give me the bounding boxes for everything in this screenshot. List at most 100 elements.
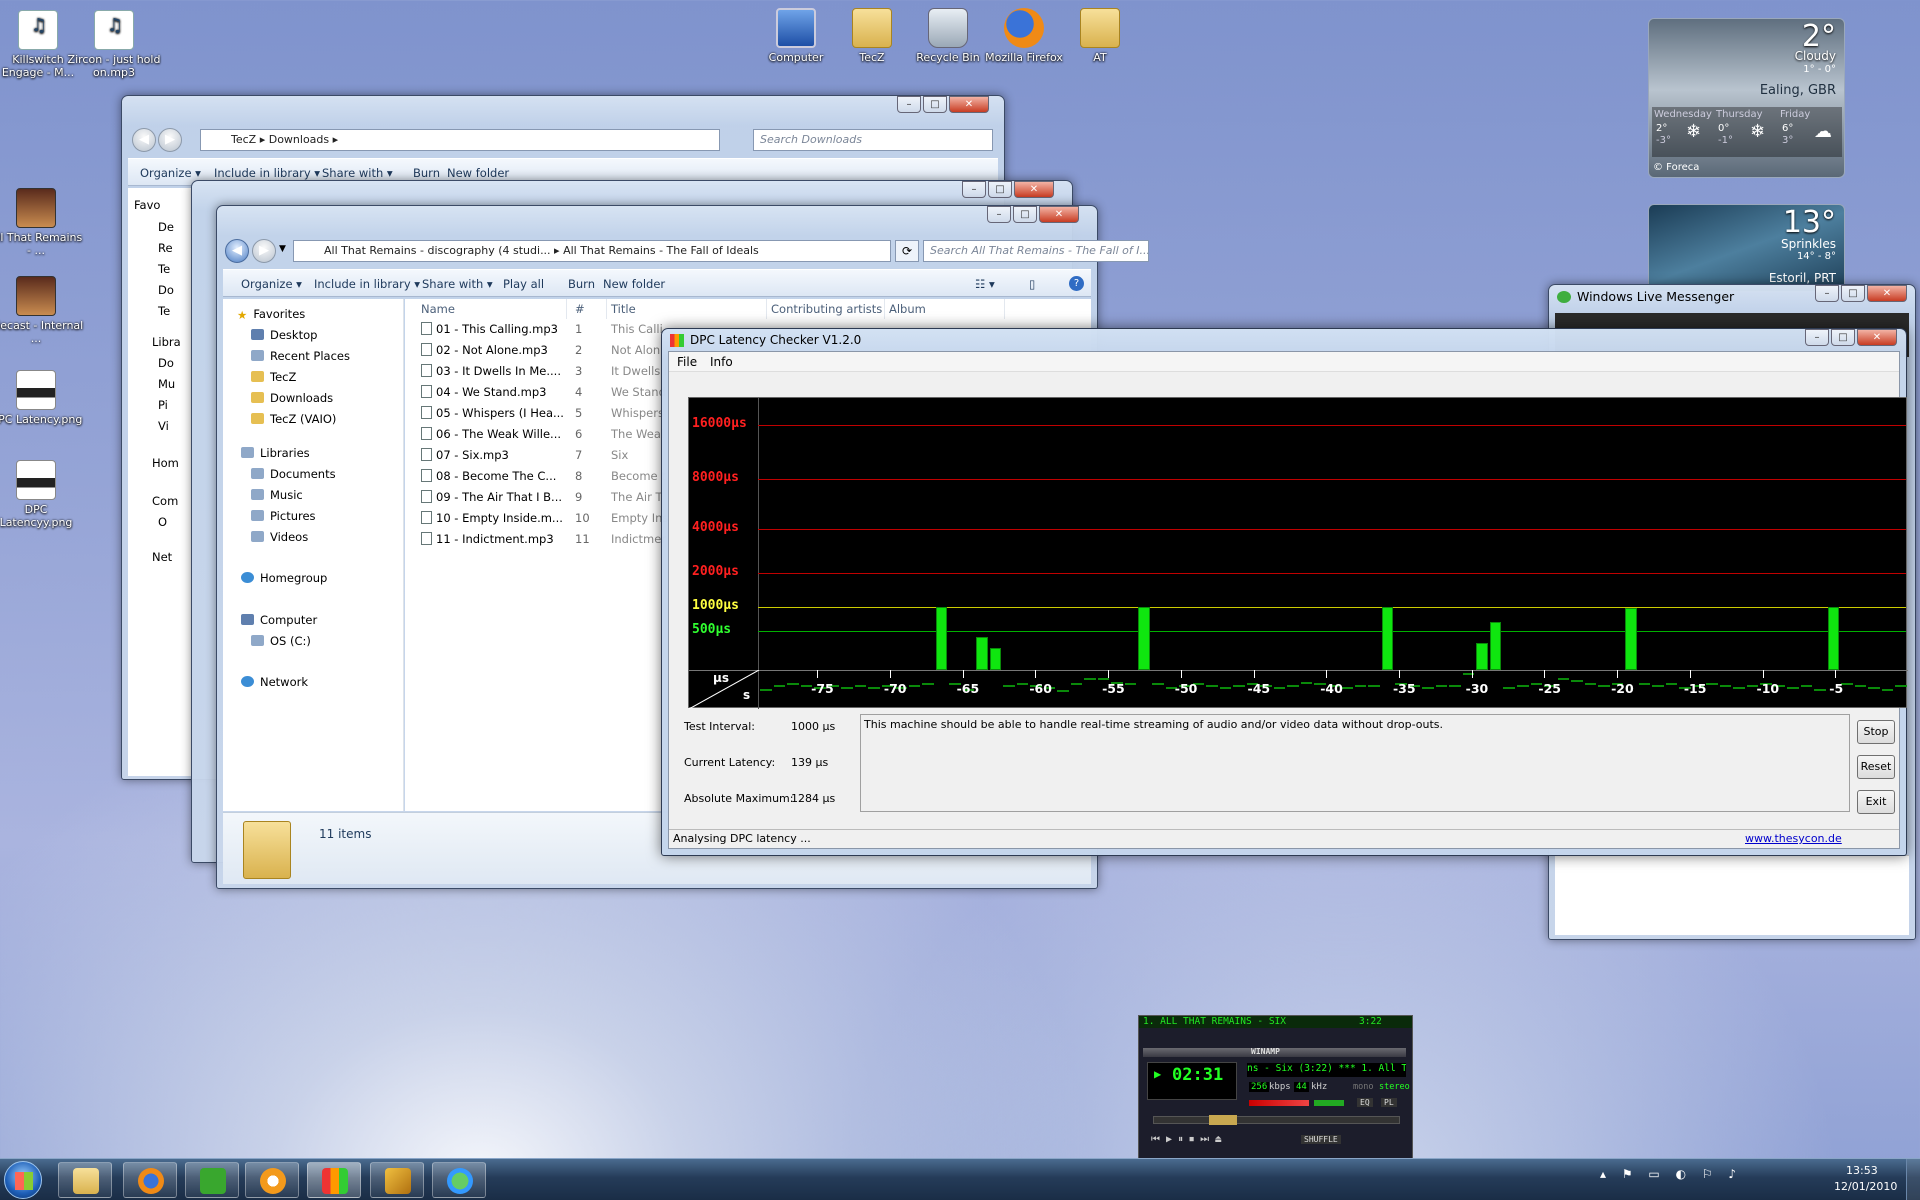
nav-item[interactable]: O <box>158 515 167 529</box>
weather-gadget-estoril[interactable]: 13° Sprinkles 14° - 8° Estoril, PRT <box>1648 204 1845 292</box>
winamp-player[interactable]: 1. ALL THAT REMAINS - SIX 3:22 WINAMP ▶ … <box>1138 1015 1413 1160</box>
nav-item[interactable]: Te <box>158 262 170 276</box>
seek-bar[interactable] <box>1153 1116 1400 1124</box>
nav-documents[interactable]: Documents <box>251 467 336 481</box>
next-button[interactable]: ⏭ <box>1200 1134 1209 1145</box>
seek-thumb[interactable] <box>1209 1115 1237 1125</box>
play-button[interactable]: ▶ <box>1166 1134 1172 1145</box>
taskbar-firefox[interactable] <box>123 1162 177 1198</box>
nav-item[interactable]: De <box>158 220 174 234</box>
share-with-button[interactable]: Share with ▾ <box>322 166 393 180</box>
taskbar-dpc-latency[interactable] <box>307 1162 361 1198</box>
nav-music[interactable]: Music <box>251 488 303 502</box>
shuffle-button[interactable]: SHUFFLE <box>1301 1135 1341 1144</box>
search-input[interactable]: Search Downloads <box>753 129 993 151</box>
desktop-icon-zircon[interactable]: Zircon - just hold on.mp3 <box>66 10 162 79</box>
close-button[interactable]: ✕ <box>1867 285 1907 302</box>
pause-button[interactable]: ⏸ <box>1178 1134 1183 1145</box>
previous-button[interactable]: ⏮ <box>1151 1134 1160 1145</box>
preview-pane-icon[interactable]: ▯ <box>1029 277 1035 291</box>
maximize-button[interactable]: □ <box>1831 329 1855 346</box>
nav-item[interactable]: Do <box>158 283 174 297</box>
nav-homegroup[interactable]: Hom <box>152 456 179 470</box>
nav-downloads[interactable]: Downloads <box>251 391 333 405</box>
refresh-button[interactable]: ⟳ <box>895 240 919 262</box>
include-library-button[interactable]: Include in library ▾ <box>214 166 320 180</box>
nav-computer[interactable]: Computer <box>241 613 317 627</box>
clock-time[interactable]: 13:53 <box>1846 1164 1878 1177</box>
nav-network[interactable]: Network <box>241 675 308 689</box>
taskbar-messenger[interactable] <box>432 1162 486 1198</box>
menu-file[interactable]: File <box>677 355 697 369</box>
desktop-icon-dpc-latencyy[interactable]: DPC Latencyy.png <box>0 460 84 529</box>
start-button[interactable] <box>4 1161 42 1199</box>
view-options-icon[interactable]: ☷ ▾ <box>975 277 995 291</box>
show-desktop-button[interactable] <box>1906 1159 1920 1200</box>
dpc-latency-window[interactable]: DPC Latency Checker V1.2.0 – □ ✕ File In… <box>661 328 1908 856</box>
play-all-button[interactable]: Play all <box>503 277 544 291</box>
help-icon[interactable]: ? <box>1069 276 1084 291</box>
minimize-button[interactable]: – <box>1805 329 1829 346</box>
nav-item[interactable]: Vi <box>158 419 169 433</box>
search-input[interactable]: Search All That Remains - The Fall of I.… <box>923 240 1149 262</box>
organize-button[interactable]: Organize ▾ <box>241 277 302 291</box>
nav-tecz[interactable]: TecZ <box>251 370 296 384</box>
stop-button[interactable]: Stop <box>1857 720 1895 744</box>
desktop-icon-all-that-remains[interactable]: All That Remains - ... <box>0 188 84 257</box>
forward-button[interactable]: ▶ <box>158 128 182 152</box>
website-link[interactable]: www.thesycon.de <box>1745 832 1842 845</box>
nav-videos[interactable]: Videos <box>251 530 308 544</box>
column-number[interactable]: # <box>571 299 607 319</box>
nav-libraries[interactable]: Libra <box>152 335 181 349</box>
reset-button[interactable]: Reset <box>1857 755 1895 779</box>
clock-date[interactable]: 12/01/2010 <box>1834 1180 1897 1193</box>
taskbar-utorrent[interactable] <box>185 1162 239 1198</box>
burn-button[interactable]: Burn <box>413 166 440 180</box>
menu-info[interactable]: Info <box>710 355 733 369</box>
close-button[interactable]: ✕ <box>1014 181 1054 198</box>
minimize-button[interactable]: – <box>962 181 986 198</box>
close-button[interactable]: ✕ <box>949 96 989 113</box>
nav-network[interactable]: Net <box>152 550 172 564</box>
eject-button[interactable]: ⏏ <box>1215 1134 1221 1145</box>
column-album[interactable]: Album <box>885 299 1005 319</box>
desktop-icon-at[interactable]: AT <box>1052 8 1148 64</box>
nav-desktop[interactable]: Desktop <box>251 328 317 342</box>
forward-button[interactable]: ▶ <box>252 239 276 263</box>
nav-item[interactable]: Te <box>158 304 170 318</box>
nav-homegroup[interactable]: Homegroup <box>241 571 327 585</box>
close-button[interactable]: ✕ <box>1857 329 1897 346</box>
organize-button[interactable]: Organize ▾ <box>140 166 201 180</box>
taskbar-winamp[interactable] <box>370 1162 424 1198</box>
back-button[interactable]: ◀ <box>225 239 249 263</box>
maximize-button[interactable]: □ <box>1013 206 1037 223</box>
close-button[interactable]: ✕ <box>1039 206 1079 223</box>
nav-computer[interactable]: Com <box>152 494 178 508</box>
desktop-icon-diecast[interactable]: Diecast - Internal ... <box>0 276 84 345</box>
minimize-button[interactable]: – <box>987 206 1011 223</box>
address-bar[interactable]: TecZ ▸ Downloads ▸ <box>200 129 720 151</box>
recent-pages-dropdown[interactable]: ▼ <box>279 244 286 254</box>
nav-favorites[interactable]: ★ Favorites <box>237 307 305 322</box>
nav-recent-places[interactable]: Recent Places <box>251 349 350 363</box>
address-bar[interactable]: All That Remains - discography (4 studi.… <box>293 240 891 262</box>
nav-drive-c[interactable]: OS (C:) <box>251 634 311 648</box>
nav-tecz-vaio[interactable]: TecZ (VAIO) <box>251 412 336 426</box>
weather-gadget-ealing[interactable]: 2° Cloudy 1° - 0° Ealing, GBR Wednesday … <box>1648 18 1845 178</box>
column-artists[interactable]: Contributing artists <box>767 299 885 319</box>
nav-item[interactable]: Mu <box>158 377 175 391</box>
maximize-button[interactable]: □ <box>988 181 1012 198</box>
winamp-pl-toggle[interactable]: PL <box>1381 1098 1397 1107</box>
nav-item[interactable]: Do <box>158 356 174 370</box>
back-button[interactable]: ◀ <box>132 128 156 152</box>
share-with-button[interactable]: Share with ▾ <box>422 277 493 291</box>
burn-button[interactable]: Burn <box>568 277 595 291</box>
exit-button[interactable]: Exit <box>1857 790 1895 814</box>
volume-slider[interactable] <box>1249 1100 1309 1106</box>
nav-item[interactable]: Re <box>158 241 173 255</box>
nav-favorites[interactable]: Favo <box>134 198 160 212</box>
taskbar-explorer[interactable] <box>58 1162 112 1198</box>
balance-slider[interactable] <box>1314 1100 1344 1106</box>
minimize-button[interactable]: – <box>1815 285 1839 302</box>
new-folder-button[interactable]: New folder <box>447 166 509 180</box>
